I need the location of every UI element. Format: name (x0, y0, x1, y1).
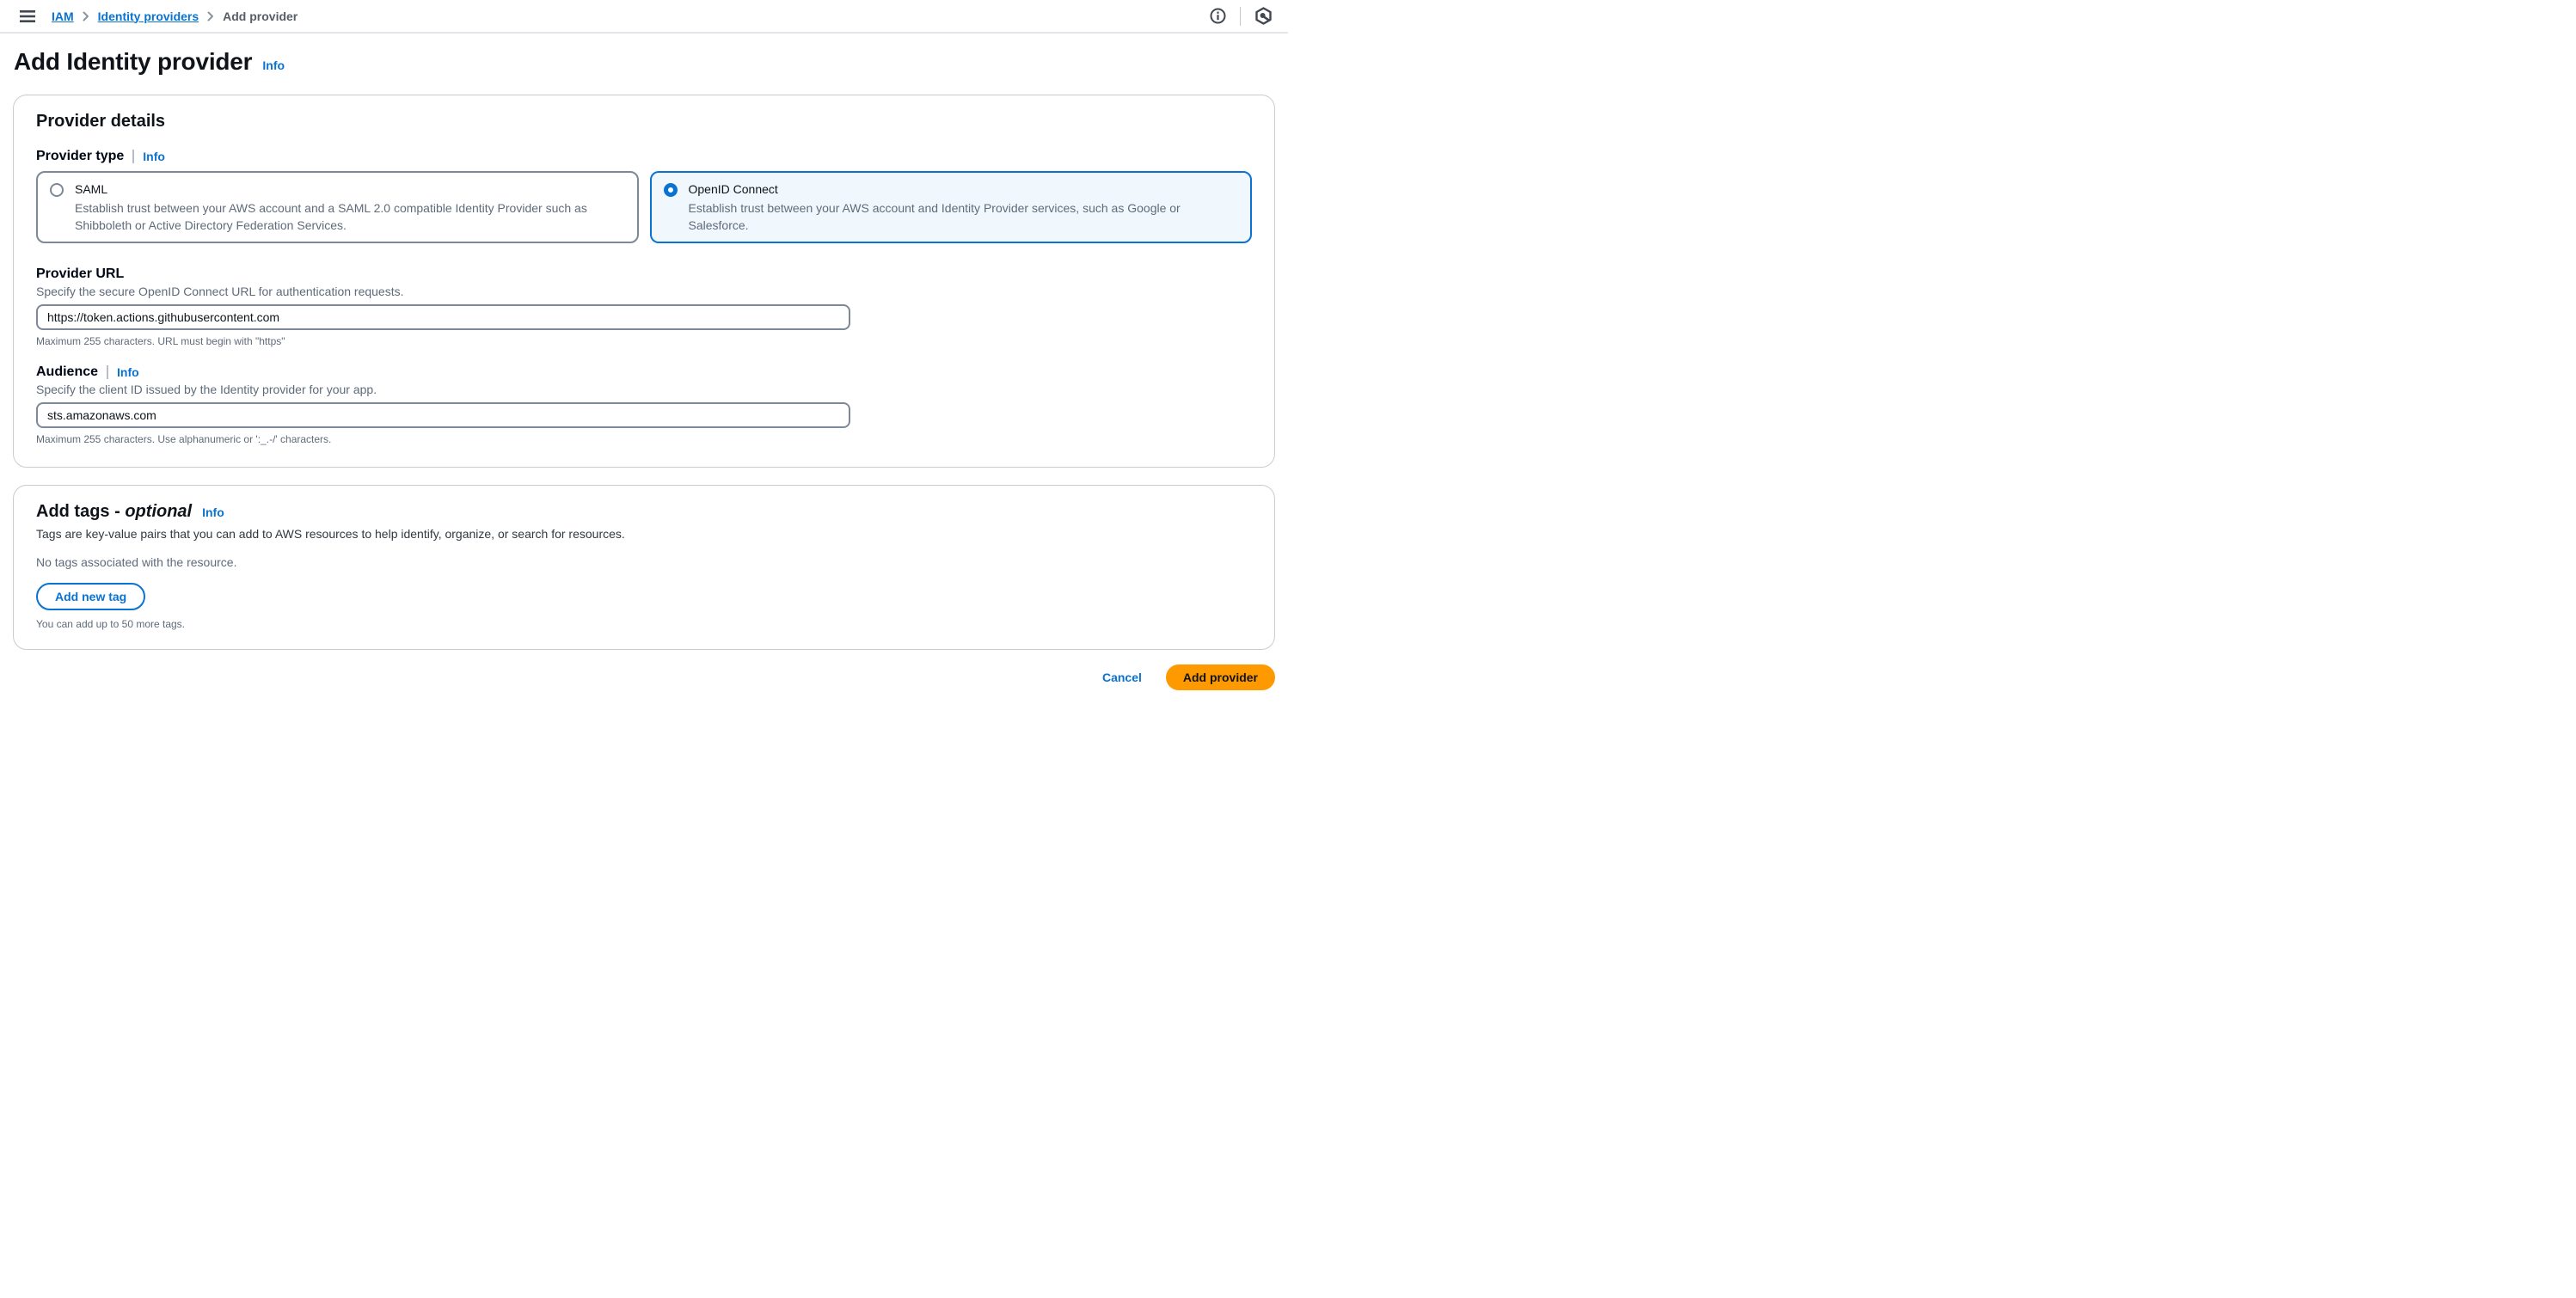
add-tags-info-link[interactable]: Info (202, 505, 224, 519)
add-tags-card: Add tags - optional Info Tags are key-va… (13, 485, 1275, 650)
openid-connect-tile[interactable]: OpenID Connect Establish trust between y… (650, 171, 1253, 243)
label-divider (107, 365, 108, 379)
provider-details-card: Provider details Provider type Info SAML… (13, 95, 1275, 468)
form-actions: Cancel Add provider (13, 664, 1275, 690)
saml-tile-text: SAML Establish trust between your AWS ac… (75, 181, 625, 234)
page-title: Add Identity provider (14, 48, 252, 76)
audience-info-link[interactable]: Info (117, 365, 139, 379)
saml-tile-description: Establish trust between your AWS account… (75, 199, 625, 234)
main-content: Add Identity provider Info Provider deta… (0, 48, 1288, 707)
openid-connect-radio-button[interactable] (664, 183, 678, 197)
topbar-right-controls (1208, 5, 1274, 27)
saml-tile-title: SAML (75, 181, 625, 199)
tags-limit-text: You can add up to 50 more tags. (36, 618, 1252, 630)
page-header: Add Identity provider Info (14, 48, 1275, 76)
chevron-right-icon (207, 11, 214, 21)
audience-input[interactable] (36, 402, 850, 428)
breadcrumb-current-page: Add provider (223, 9, 297, 23)
provider-type-label-row: Provider type Info (36, 149, 1252, 164)
info-panel-button[interactable] (1208, 6, 1228, 26)
provider-url-description: Specify the secure OpenID Connect URL fo… (36, 285, 1252, 298)
provider-url-field: Provider URL Specify the secure OpenID C… (36, 266, 1252, 347)
add-tags-heading: Add tags - optional (36, 502, 192, 522)
provider-type-info-link[interactable]: Info (143, 150, 165, 163)
page-title-info-link[interactable]: Info (262, 58, 285, 72)
top-navigation-bar: IAM Identity providers Add provider (0, 0, 1288, 34)
audience-description: Specify the client ID issued by the Iden… (36, 383, 1252, 396)
optional-text: optional (125, 502, 192, 521)
breadcrumb-iam-link[interactable]: IAM (52, 9, 74, 23)
saml-tile[interactable]: SAML Establish trust between your AWS ac… (36, 171, 639, 243)
chevron-right-icon (83, 11, 89, 21)
audience-label-row: Audience Info (36, 364, 1252, 380)
provider-type-label: Provider type (36, 149, 124, 164)
add-provider-button[interactable]: Add provider (1166, 664, 1275, 690)
amazon-q-button[interactable] (1253, 5, 1274, 27)
cancel-button[interactable]: Cancel (1102, 670, 1142, 684)
add-new-tag-button[interactable]: Add new tag (36, 583, 145, 610)
label-divider (132, 150, 134, 163)
provider-type-tiles: SAML Establish trust between your AWS ac… (36, 171, 1252, 243)
hamburger-menu-icon[interactable] (15, 4, 40, 28)
no-tags-text: No tags associated with the resource. (36, 555, 1252, 569)
breadcrumb-identity-providers-link[interactable]: Identity providers (98, 9, 199, 23)
provider-url-constraint: Maximum 255 characters. URL must begin w… (36, 335, 1252, 347)
hamburger-icon (20, 10, 35, 22)
add-tags-description: Tags are key-value pairs that you can ad… (36, 527, 1252, 541)
audience-label: Audience (36, 364, 98, 380)
breadcrumb: IAM Identity providers Add provider (52, 9, 1208, 23)
provider-details-heading: Provider details (36, 112, 1252, 132)
audience-constraint: Maximum 255 characters. Use alphanumeric… (36, 433, 1252, 445)
saml-radio-button[interactable] (50, 183, 64, 197)
openid-connect-tile-description: Establish trust between your AWS account… (689, 199, 1239, 234)
topbar-divider (1240, 7, 1241, 26)
audience-field: Audience Info Specify the client ID issu… (36, 364, 1252, 445)
add-tags-heading-row: Add tags - optional Info (36, 502, 1252, 522)
openid-connect-tile-title: OpenID Connect (689, 181, 1239, 199)
amazon-q-icon (1254, 7, 1273, 25)
provider-url-label: Provider URL (36, 266, 1252, 282)
info-icon (1210, 8, 1226, 24)
openid-connect-tile-text: OpenID Connect Establish trust between y… (689, 181, 1239, 234)
provider-url-input[interactable] (36, 304, 850, 330)
